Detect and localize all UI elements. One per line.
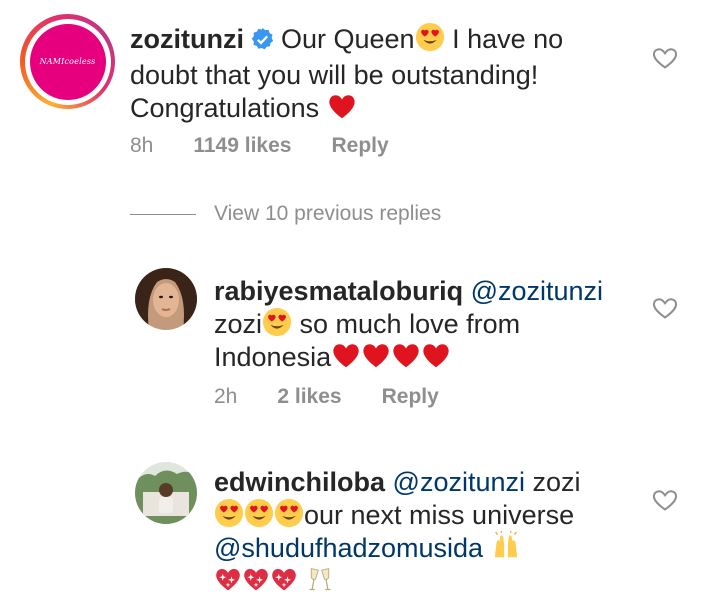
mention-link[interactable]: @zozitunzi (393, 467, 525, 497)
red-heart-emoji (391, 340, 421, 370)
like-heart-icon[interactable] (652, 296, 678, 320)
comment-text-part: Indonesia (214, 342, 332, 372)
likes-count[interactable]: 2 likes (277, 385, 341, 409)
avatar-logo-text: NAMIcoeless (29, 23, 106, 100)
username[interactable]: edwinchiloba (214, 467, 385, 497)
heart-eyes-emoji (214, 498, 244, 528)
comment-meta: 8h 1149 likes Reply (130, 134, 389, 158)
heart-eyes-emoji (274, 498, 304, 528)
comment-text-part: zozi (532, 467, 581, 497)
timestamp[interactable]: 8h (130, 134, 153, 158)
reply-button[interactable]: Reply (382, 385, 439, 409)
heart-eyes-emoji (415, 22, 445, 52)
comment-text: zozitunzi Our Queen I have no doubt that … (130, 22, 600, 124)
view-replies-button[interactable]: View 10 previous replies (214, 202, 441, 226)
red-heart-emoji (361, 340, 391, 370)
comment-text: rabiyesmataloburiq @zozitunzi zozi so mu… (214, 275, 634, 373)
avatar[interactable] (135, 462, 197, 524)
comment-text-part: Our Queen (280, 24, 415, 54)
red-heart-emoji (331, 340, 361, 370)
red-heart-emoji (327, 91, 357, 121)
reply-button[interactable]: Reply (331, 134, 388, 158)
mention-link[interactable]: @zozitunzi (471, 276, 603, 306)
comment-text-part: our next miss universe (304, 500, 575, 530)
sparkling-heart-emoji (242, 565, 270, 593)
champagne-glasses-emoji (306, 565, 334, 593)
avatar[interactable] (135, 268, 197, 330)
comment-text-part: I have no (452, 24, 564, 54)
verified-badge-icon (250, 27, 275, 59)
like-heart-icon[interactable] (652, 488, 678, 512)
comment-text-part: so much love from (299, 309, 521, 339)
raising-hands-emoji (491, 531, 521, 561)
heart-eyes-emoji (262, 307, 292, 337)
comment-meta: 2h 2 likes Reply (214, 385, 439, 409)
like-heart-icon[interactable] (652, 46, 678, 70)
avatar[interactable]: NAMIcoeless (20, 14, 115, 109)
replies-divider (130, 214, 196, 215)
comment-text-part: zozi (214, 309, 263, 339)
username[interactable]: rabiyesmataloburiq (214, 276, 463, 306)
comment-text: edwinchiloba @zozitunzi zozi our next mi… (214, 466, 634, 596)
sparkling-heart-emoji (214, 565, 242, 593)
likes-count[interactable]: 1149 likes (193, 134, 291, 158)
comment-text-part: Congratulations (130, 93, 320, 123)
red-heart-emoji (421, 340, 451, 370)
username[interactable]: zozitunzi (130, 24, 244, 54)
avatar-ring: NAMIcoeless (24, 18, 111, 105)
timestamp[interactable]: 2h (214, 385, 237, 409)
comment-text-part: doubt that you will be outstanding! (130, 60, 539, 90)
sparkling-heart-emoji (270, 565, 298, 593)
mention-link[interactable]: @shudufhadzomusida (214, 533, 483, 563)
heart-eyes-emoji (244, 498, 274, 528)
